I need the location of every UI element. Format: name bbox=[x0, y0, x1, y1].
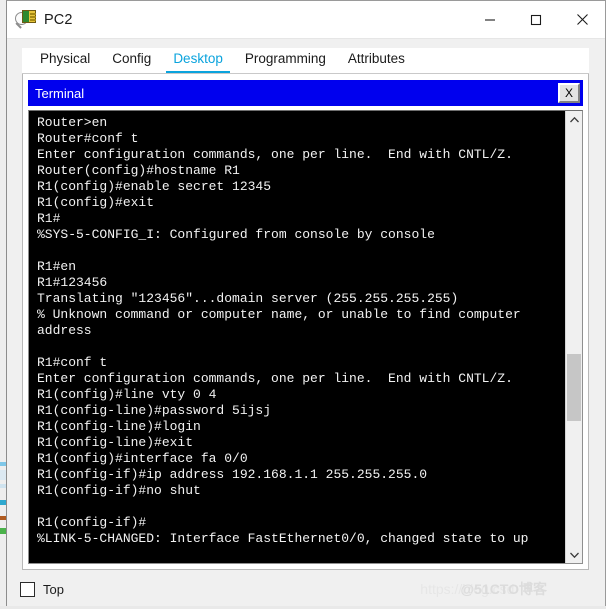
pc2-window: PC2 Physical Config Desktop Programming … bbox=[6, 0, 606, 609]
terminal-line: R1#en bbox=[37, 259, 77, 274]
terminal-line: Enter configuration commands, one per li… bbox=[37, 371, 513, 386]
watermark-site: @51CTO博客 bbox=[460, 581, 547, 597]
terminal-line: R1(config-if)#ip address 192.168.1.1 255… bbox=[37, 467, 428, 482]
tabstrip: Physical Config Desktop Programming Attr… bbox=[22, 48, 589, 74]
tab-attributes[interactable]: Attributes bbox=[337, 47, 416, 73]
terminal-body: Router>en Router#conf t Enter configuratio… bbox=[28, 110, 583, 564]
window-controls bbox=[467, 1, 605, 39]
terminal-line: R1(config-if)# bbox=[37, 515, 147, 530]
terminal-line: R1#conf t bbox=[37, 355, 108, 370]
terminal-titlebar: Terminal X bbox=[28, 80, 583, 106]
terminal-output[interactable]: Router>en Router#conf t Enter configuratio… bbox=[29, 111, 565, 563]
terminal-window: Terminal X Router>en Router#conf t Enter c… bbox=[28, 80, 583, 564]
close-icon bbox=[576, 14, 588, 25]
tab-physical[interactable]: Physical bbox=[29, 47, 101, 73]
top-checkbox[interactable] bbox=[20, 581, 35, 597]
window-footer: Top https://blog.csd@51CTO博客 bbox=[7, 570, 605, 608]
terminal-line: R1# bbox=[37, 211, 61, 226]
terminal-line: R1(config)#interface fa 0/0 bbox=[37, 451, 248, 466]
terminal-line: R1(config)#exit bbox=[37, 195, 155, 210]
chevron-down-icon bbox=[569, 552, 579, 558]
tab-programming[interactable]: Programming bbox=[234, 47, 337, 73]
maximize-icon bbox=[530, 14, 542, 25]
packet-tracer-pc-icon bbox=[15, 9, 37, 31]
terminal-title: Terminal bbox=[35, 85, 85, 101]
tab-config[interactable]: Config bbox=[101, 47, 162, 73]
terminal-line: R1(config-line)#password 5ijsj bbox=[37, 403, 272, 418]
terminal-line: Translating "123456"...domain server (25… bbox=[37, 291, 459, 306]
terminal-close-button[interactable]: X bbox=[558, 83, 580, 103]
terminal-line: R1(config-if)#no shut bbox=[37, 483, 201, 498]
terminal-line: R1(config-line)#login bbox=[37, 419, 201, 434]
terminal-line: R1(config)#line vty 0 4 bbox=[37, 387, 217, 402]
watermark-url: https://blog.csd bbox=[420, 581, 515, 597]
window-title: PC2 bbox=[44, 11, 73, 28]
terminal-line: address bbox=[37, 323, 92, 338]
terminal-line: Router#conf t bbox=[37, 131, 139, 146]
terminal-line: %LINK-5-CHANGED: Interface FastEthernet0… bbox=[37, 531, 529, 546]
terminal-line: R1(config-line)#exit bbox=[37, 435, 194, 450]
terminal-line: Enter configuration commands, one per li… bbox=[37, 147, 513, 162]
desktop-panel: Terminal X Router>en Router#conf t Enter c… bbox=[22, 74, 589, 570]
top-checkbox-label: Top bbox=[43, 581, 64, 597]
minimize-icon bbox=[485, 18, 495, 21]
tabstrip-container: Physical Config Desktop Programming Attr… bbox=[7, 39, 605, 74]
scrollbar-track[interactable] bbox=[566, 128, 582, 546]
chevron-up-icon bbox=[569, 116, 579, 122]
terminal-line: %SYS-5-CONFIG_I: Configured from console… bbox=[37, 227, 435, 242]
terminal-line: Router>en bbox=[37, 115, 108, 130]
scroll-down-button[interactable] bbox=[566, 546, 582, 563]
app-root: PC2 Physical Config Desktop Programming … bbox=[0, 0, 606, 609]
terminal-line: R1#123456 bbox=[37, 275, 108, 290]
close-button[interactable] bbox=[559, 1, 605, 39]
scrollbar-thumb[interactable] bbox=[567, 353, 581, 421]
terminal-scrollbar[interactable] bbox=[565, 111, 582, 563]
maximize-button[interactable] bbox=[513, 1, 559, 39]
scroll-up-button[interactable] bbox=[566, 111, 582, 128]
watermark: https://blog.csd@51CTO博客 bbox=[420, 579, 601, 599]
tab-desktop[interactable]: Desktop bbox=[162, 47, 234, 73]
terminal-line: % Unknown command or computer name, or u… bbox=[37, 307, 521, 322]
terminal-line: R1(config)#enable secret 12345 bbox=[37, 179, 272, 194]
terminal-line: Router(config)#hostname R1 bbox=[37, 163, 240, 178]
minimize-button[interactable] bbox=[467, 1, 513, 39]
window-titlebar: PC2 bbox=[7, 1, 605, 39]
